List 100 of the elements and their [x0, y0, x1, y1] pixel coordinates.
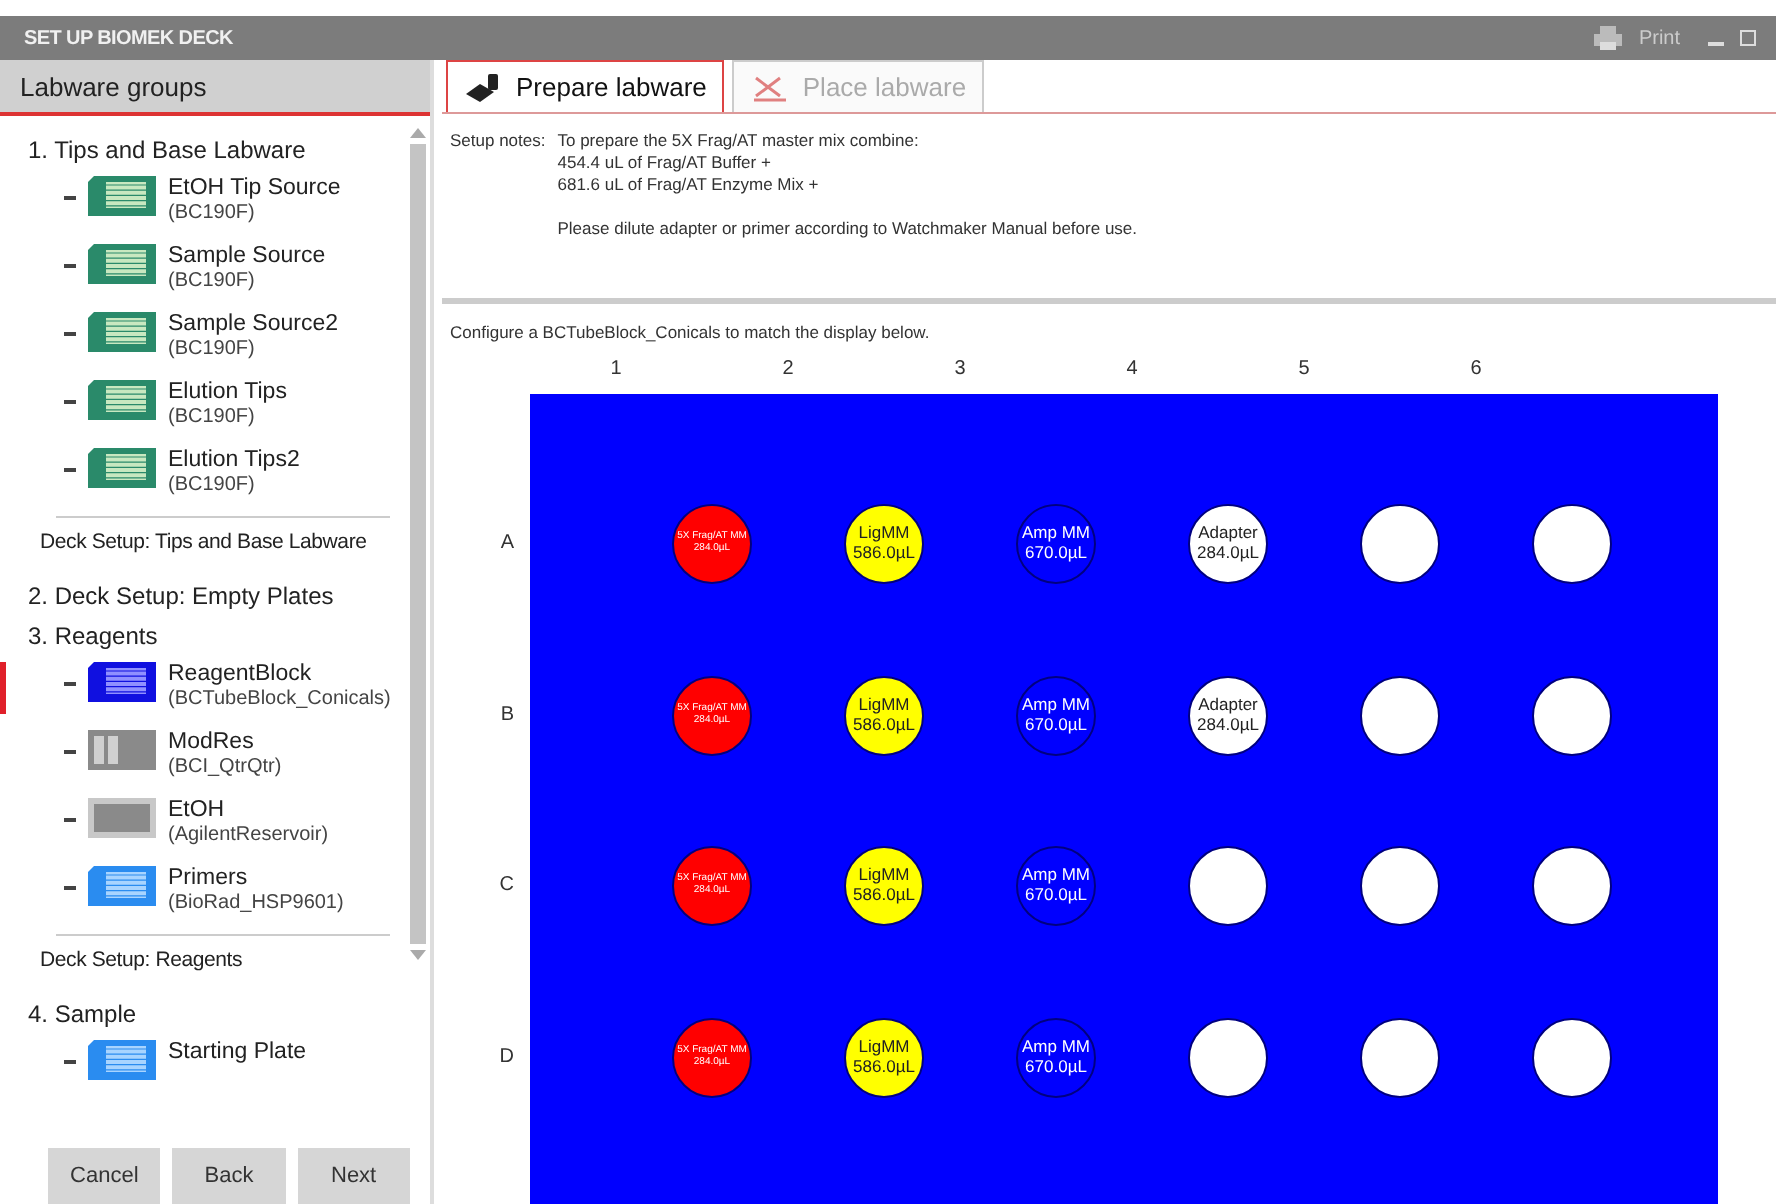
well[interactable]: [1360, 504, 1440, 584]
labware-item[interactable]: Starting Plate: [0, 1040, 406, 1108]
labware-name: Sample Source2: [168, 312, 339, 339]
dash-icon: [64, 468, 76, 472]
well[interactable]: LigMM 586.0µL: [844, 675, 924, 755]
well[interactable]: Adapter 284.0µL: [1188, 675, 1268, 755]
labware-type: (BioRad_HSP9601): [168, 892, 344, 916]
labware-type: (BC190F): [168, 338, 257, 362]
note-line: 681.6 uL of Frag/AT Enzyme Mix +: [557, 174, 821, 196]
labware-icon: [88, 176, 156, 216]
labware-type: (AgilentReservoir): [168, 824, 329, 848]
labware-item[interactable]: Elution Tips2 (BC190F): [0, 448, 406, 516]
dash-icon: [64, 1060, 76, 1064]
labware-item[interactable]: Sample Source2 (BC190F): [0, 312, 406, 380]
labware-type: (BC190F): [168, 406, 257, 430]
panel-title: Labware groups: [20, 71, 207, 101]
dash-icon: [64, 682, 76, 686]
well[interactable]: LigMM 586.0µL: [844, 504, 924, 584]
notes-label: Setup notes:: [450, 130, 546, 154]
well[interactable]: Amp MM 670.0µL: [1016, 1017, 1096, 1097]
labware-type: (BCTubeBlock_Conicals): [168, 688, 391, 712]
labware-name: Elution Tips2: [168, 448, 300, 475]
labware-type: (BC190F): [168, 202, 257, 226]
column-label: 6: [1468, 358, 1484, 384]
well[interactable]: Adapter 284.0µL: [1188, 504, 1268, 584]
selection-marker: [0, 662, 6, 714]
well[interactable]: [1360, 675, 1440, 755]
row-label: D: [499, 1045, 514, 1067]
labware-name: Sample Source: [168, 244, 326, 271]
column-label: 1: [608, 358, 624, 384]
labware-item[interactable]: Sample Source (BC190F): [0, 244, 406, 312]
instruction-text: Configure a BCTubeBlock_Conicals to match the display below.: [448, 320, 932, 346]
labware-icon: [88, 380, 156, 420]
well[interactable]: Amp MM 670.0µL: [1016, 675, 1096, 755]
dash-icon: [64, 400, 76, 404]
labware-icon: [88, 866, 156, 906]
labware-name: ModRes: [168, 730, 256, 757]
dash-icon: [64, 196, 76, 200]
well[interactable]: [1360, 1017, 1440, 1097]
well[interactable]: Amp MM 670.0µL: [1016, 504, 1096, 584]
labware-name: ReagentBlock: [168, 662, 314, 689]
labware-name: Elution Tips: [168, 380, 287, 407]
maximize-icon[interactable]: [1740, 30, 1756, 46]
labware-icon: [88, 798, 156, 838]
column-label: 5: [1296, 358, 1312, 384]
deck-setup-item[interactable]: Deck Setup: Reagents: [40, 948, 243, 972]
labware-name: Starting Plate: [168, 1040, 307, 1067]
well[interactable]: [1532, 504, 1612, 584]
note-line: To prepare the 5X Frag/AT master mix combine:: [557, 130, 921, 152]
printer-icon[interactable]: [1594, 26, 1623, 50]
well[interactable]: LigMM 586.0µL: [844, 846, 924, 926]
well[interactable]: [1188, 1017, 1268, 1097]
labware-name: Primers: [168, 866, 250, 893]
well[interactable]: [1360, 846, 1440, 926]
group-title[interactable]: 4. Sample: [28, 1000, 406, 1028]
labware-name: EtOH Tip Source: [168, 176, 341, 203]
labware-icon: [88, 730, 156, 770]
group-title[interactable]: 2. Deck Setup: Empty Plates: [28, 582, 406, 610]
column-label: 3: [952, 358, 968, 384]
dash-icon: [64, 264, 76, 268]
well[interactable]: [1188, 846, 1268, 926]
dash-icon: [64, 886, 76, 890]
well[interactable]: [1532, 675, 1612, 755]
labware-item[interactable]: EtOH (AgilentReservoir): [0, 798, 406, 866]
deck-setup-item[interactable]: Deck Setup: Tips and Base Labware: [40, 530, 367, 554]
nav-button[interactable]: Back: [172, 1148, 286, 1204]
column-label: 4: [1124, 358, 1140, 384]
labware-item[interactable]: EtOH Tip Source (BC190F): [0, 176, 406, 244]
labware-name: EtOH: [168, 798, 227, 825]
labware-type: (BC190F): [168, 270, 257, 294]
labware-icon: [88, 244, 156, 284]
labware-item[interactable]: Primers (BioRad_HSP9601): [0, 866, 406, 934]
labware-type: (BCI_QtrQtr): [168, 756, 282, 780]
group-title[interactable]: 3. Reagents: [28, 622, 406, 650]
labware-item[interactable]: ReagentBlock (BCTubeBlock_Conicals): [0, 662, 406, 730]
row-label: B: [500, 703, 514, 725]
dash-icon: [64, 750, 76, 754]
scroll-thumb[interactable]: [410, 144, 426, 944]
nav-button[interactable]: Next: [297, 1148, 410, 1204]
labware-icon: [88, 312, 156, 352]
labware-item[interactable]: Elution Tips (BC190F): [0, 380, 406, 448]
group-title[interactable]: 1. Tips and Base Labware: [28, 136, 406, 164]
well[interactable]: Amp MM 670.0µL: [1016, 846, 1096, 926]
labware-icon: [88, 1040, 156, 1080]
well[interactable]: LigMM 586.0µL: [844, 1017, 924, 1097]
column-label: 2: [780, 358, 796, 384]
dash-icon: [64, 332, 76, 336]
row-label: A: [500, 532, 514, 554]
note-line: 454.4 uL of Frag/AT Buffer +: [557, 152, 773, 174]
labware-type: (BC190F): [168, 474, 257, 498]
labware-icon: [88, 662, 156, 702]
well[interactable]: [1532, 1017, 1612, 1097]
well[interactable]: [1532, 846, 1612, 926]
note-line: Please dilute adapter or primer according to Watchmaker Manual before use.: [557, 218, 1138, 240]
labware-item[interactable]: ModRes (BCI_QtrQtr): [0, 730, 406, 798]
dash-icon: [64, 818, 76, 822]
nav-button[interactable]: Cancel: [48, 1148, 161, 1204]
window-title: SET UP BIOMEK DECK: [24, 27, 233, 49]
row-label: C: [499, 874, 514, 896]
tab[interactable]: Prepare labware: [446, 60, 725, 112]
